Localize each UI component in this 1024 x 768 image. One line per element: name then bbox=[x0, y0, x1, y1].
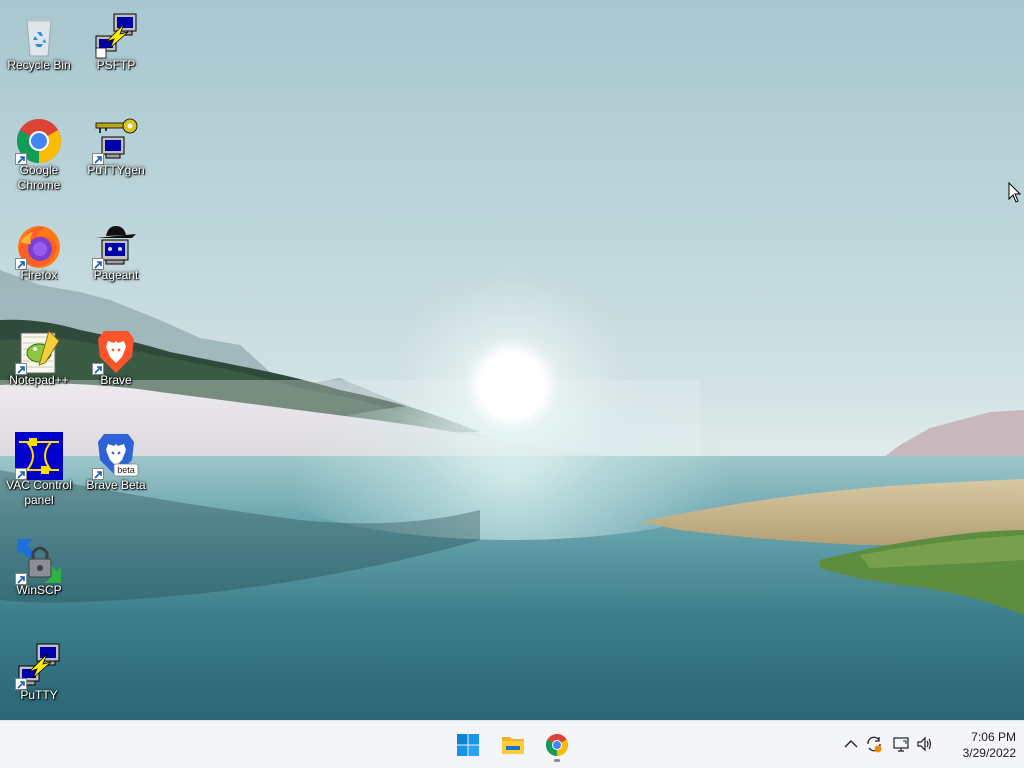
system-clock[interactable]: 7:06 PM 3/29/2022 bbox=[940, 729, 1016, 761]
taskbar-file-explorer-button[interactable] bbox=[495, 727, 531, 763]
recycle-bin-icon bbox=[15, 12, 63, 60]
chrome-icon bbox=[15, 117, 63, 165]
brave-icon bbox=[92, 327, 140, 375]
firefox-icon bbox=[15, 222, 63, 270]
brave-beta-icon: beta bbox=[92, 432, 140, 480]
desktop-icon-label: VAC Control panel bbox=[6, 478, 72, 507]
desktop-icon-label: Notepad++ bbox=[9, 373, 69, 387]
desktop-icon-label: Google Chrome bbox=[17, 163, 61, 192]
winscp-icon bbox=[15, 537, 63, 585]
sync-icon[interactable] bbox=[865, 735, 883, 753]
file-explorer-icon bbox=[501, 733, 525, 757]
desktop-icon-label: PSFTP bbox=[96, 58, 136, 72]
desktop-icon-label: Firefox bbox=[20, 268, 58, 282]
desktop-icon-label: Recycle Bin bbox=[7, 58, 71, 72]
start-button[interactable] bbox=[450, 727, 486, 763]
notepadpp-icon bbox=[15, 327, 63, 375]
puttygen-icon bbox=[92, 117, 140, 165]
taskbar: 7:06 PM 3/29/2022 bbox=[0, 720, 1024, 768]
running-indicator bbox=[554, 759, 560, 762]
desktop-icon-vac-control-panel[interactable]: VAC Control panel bbox=[1, 426, 77, 526]
desktop-icon-label: Brave Beta bbox=[86, 478, 146, 492]
vac-icon bbox=[15, 432, 63, 480]
mouse-pointer-icon bbox=[1008, 181, 1022, 204]
desktop-icon-recycle-bin[interactable]: Recycle Bin bbox=[1, 6, 77, 106]
desktop-icon-label: PuTTY bbox=[20, 688, 58, 702]
desktop-icon-winscp[interactable]: WinSCP bbox=[1, 531, 77, 631]
putty-icon bbox=[15, 642, 63, 690]
windows-start-icon bbox=[456, 733, 480, 757]
chrome-icon bbox=[545, 733, 569, 757]
desktop-icon-label: Brave bbox=[100, 373, 132, 387]
network-icon[interactable] bbox=[892, 735, 910, 753]
desktop-icon-google-chrome[interactable]: Google Chrome bbox=[1, 111, 77, 211]
desktop-icon-psftp[interactable]: PSFTP bbox=[78, 6, 154, 106]
desktop-icon-puttygen[interactable]: PuTTYgen bbox=[78, 111, 154, 211]
desktop-icon-pageant[interactable]: Pageant bbox=[78, 216, 154, 316]
chevron-up-icon[interactable] bbox=[842, 735, 860, 753]
beta-badge: beta bbox=[117, 465, 135, 475]
desktop-icon-notepadpp[interactable]: Notepad++ bbox=[1, 321, 77, 421]
clock-time: 7:06 PM bbox=[971, 730, 1016, 744]
desktop-icon-label: PuTTYgen bbox=[87, 163, 145, 177]
taskbar-chrome-button[interactable] bbox=[539, 727, 575, 763]
desktop-icon-brave-beta[interactable]: beta Brave Beta bbox=[78, 426, 154, 526]
desktop-icon-firefox[interactable]: Firefox bbox=[1, 216, 77, 316]
desktop-icon-label: Pageant bbox=[93, 268, 139, 282]
clock-date: 3/29/2022 bbox=[962, 746, 1016, 760]
desktop-icon-label: WinSCP bbox=[16, 583, 62, 597]
pageant-icon bbox=[92, 222, 140, 270]
volume-icon[interactable] bbox=[916, 735, 934, 753]
psftp-icon bbox=[92, 12, 140, 60]
desktop-icon-brave[interactable]: Brave bbox=[78, 321, 154, 421]
